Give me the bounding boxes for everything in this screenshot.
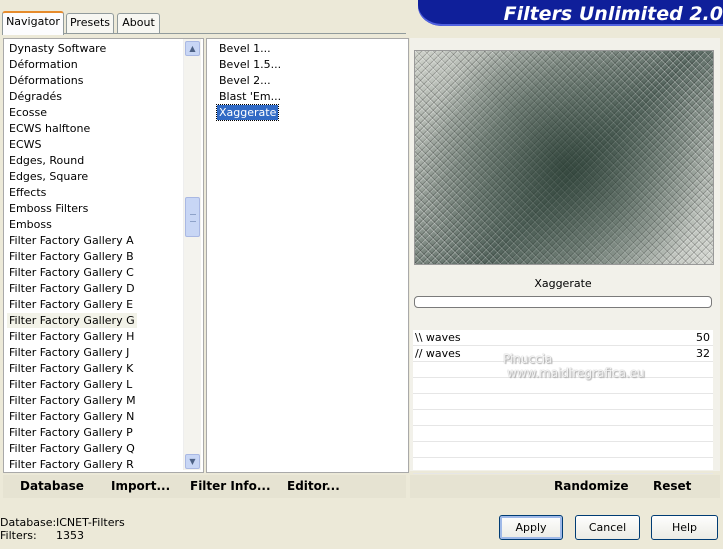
apply-button[interactable]: Apply	[499, 515, 563, 540]
preview-image	[414, 50, 714, 265]
preview-filter-name: Xaggerate	[534, 277, 592, 290]
filter-list[interactable]: Bevel 1... Bevel 1.5... Bevel 2... Blast 'E…	[206, 38, 409, 473]
tab-navigator[interactable]: Navigator	[2, 11, 64, 35]
database-value: ICNET-Filters	[56, 516, 125, 529]
category-item[interactable]: Filter Factory Gallery C	[7, 265, 136, 280]
watermark-name: Pinuccia	[503, 352, 553, 366]
category-item[interactable]: Filter Factory Gallery D	[7, 281, 137, 296]
category-item[interactable]: Filter Factory Gallery Q	[7, 441, 137, 456]
chevron-up-icon: ▲	[189, 44, 196, 53]
category-item[interactable]: Edges, Square	[7, 169, 90, 184]
category-item[interactable]: Dynasty Software	[7, 41, 108, 56]
category-item[interactable]: Ecosse	[7, 105, 49, 120]
category-item[interactable]: ECWS	[7, 137, 44, 152]
parameter-list: \\ waves 50 // waves 32	[413, 330, 713, 474]
parameter-row	[413, 394, 713, 410]
parameter-row	[413, 426, 713, 442]
filter-item[interactable]: Bevel 1...	[217, 41, 273, 56]
category-item[interactable]: Effects	[7, 185, 48, 200]
filters-value: 1353	[56, 529, 84, 542]
category-item[interactable]: Filter Factory Gallery R	[7, 457, 136, 472]
category-item[interactable]: Dégradés	[7, 89, 64, 104]
scroll-up-button[interactable]: ▲	[185, 41, 200, 56]
parameter-value: 32	[696, 347, 710, 360]
left-button-bar: Database Import... Filter Info... Editor…	[3, 475, 406, 498]
category-item[interactable]: Déformations	[7, 73, 85, 88]
banner-title: Filters Unlimited 2.0	[503, 3, 723, 25]
filter-item[interactable]: Blast 'Em...	[217, 89, 283, 104]
category-item[interactable]: Emboss	[7, 217, 54, 232]
progress-bar	[414, 296, 712, 308]
tab-presets[interactable]: Presets	[66, 13, 114, 33]
editor-button[interactable]: Editor...	[287, 475, 340, 497]
category-item[interactable]: Filter Factory Gallery H	[7, 329, 136, 344]
category-item[interactable]: Filter Factory Gallery L	[7, 377, 134, 392]
category-item[interactable]: Filter Factory Gallery B	[7, 249, 136, 264]
tab-about[interactable]: About	[117, 13, 160, 33]
category-list[interactable]: Dynasty Software Déformation Déformations D…	[3, 38, 204, 473]
database-status: Database: ICNET-Filters	[0, 516, 125, 529]
database-button[interactable]: Database	[20, 475, 84, 497]
reset-button[interactable]: Reset	[653, 475, 691, 497]
category-item[interactable]: Emboss Filters	[7, 201, 90, 216]
category-item[interactable]: Filter Factory Gallery K	[7, 361, 135, 376]
filter-item[interactable]: Bevel 2...	[217, 73, 273, 88]
scroll-down-button[interactable]: ▼	[185, 454, 200, 469]
right-button-bar: Randomize Reset	[410, 475, 720, 498]
category-item[interactable]: ECWS halftone	[7, 121, 92, 136]
help-button[interactable]: Help	[651, 515, 718, 540]
filter-item[interactable]: Bevel 1.5...	[217, 57, 283, 72]
parameter-name: // waves	[415, 347, 461, 360]
category-item[interactable]: Déformation	[7, 57, 80, 72]
chevron-down-icon: ▼	[189, 457, 196, 466]
category-item[interactable]: Filter Factory Gallery G	[7, 313, 137, 328]
filter-info-button[interactable]: Filter Info...	[190, 475, 271, 497]
cancel-button[interactable]: Cancel	[575, 515, 640, 540]
parameter-row	[413, 458, 713, 474]
category-item[interactable]: Filter Factory Gallery J	[7, 345, 131, 360]
randomize-button[interactable]: Randomize	[554, 475, 628, 497]
filters-label: Filters:	[0, 529, 37, 542]
category-item[interactable]: Filter Factory Gallery N	[7, 409, 136, 424]
parameter-row	[413, 378, 713, 394]
watermark-url: www.maidiregrafica.eu	[507, 366, 645, 380]
parameter-row[interactable]: \\ waves 50	[413, 330, 713, 346]
category-item[interactable]: Filter Factory Gallery A	[7, 233, 136, 248]
filter-item[interactable]: Xaggerate	[215, 104, 280, 121]
category-item[interactable]: Filter Factory Gallery E	[7, 297, 135, 312]
watermark: Pinuccia www.maidiregrafica.eu	[455, 352, 645, 380]
parameter-row	[413, 410, 713, 426]
filters-status: Filters: 1353	[0, 529, 84, 542]
category-item[interactable]: Filter Factory Gallery P	[7, 425, 135, 440]
category-item[interactable]: Filter Factory Gallery M	[7, 393, 138, 408]
category-scrollbar[interactable]: ▲ ▼	[183, 39, 201, 470]
parameter-name: \\ waves	[415, 331, 461, 344]
import-button[interactable]: Import...	[111, 475, 170, 497]
app-banner: Filters Unlimited 2.0	[418, 0, 723, 26]
database-label: Database:	[0, 516, 57, 529]
parameter-value: 50	[696, 331, 710, 344]
category-item[interactable]: Edges, Round	[7, 153, 86, 168]
scroll-thumb[interactable]	[185, 197, 200, 237]
parameter-row	[413, 442, 713, 458]
